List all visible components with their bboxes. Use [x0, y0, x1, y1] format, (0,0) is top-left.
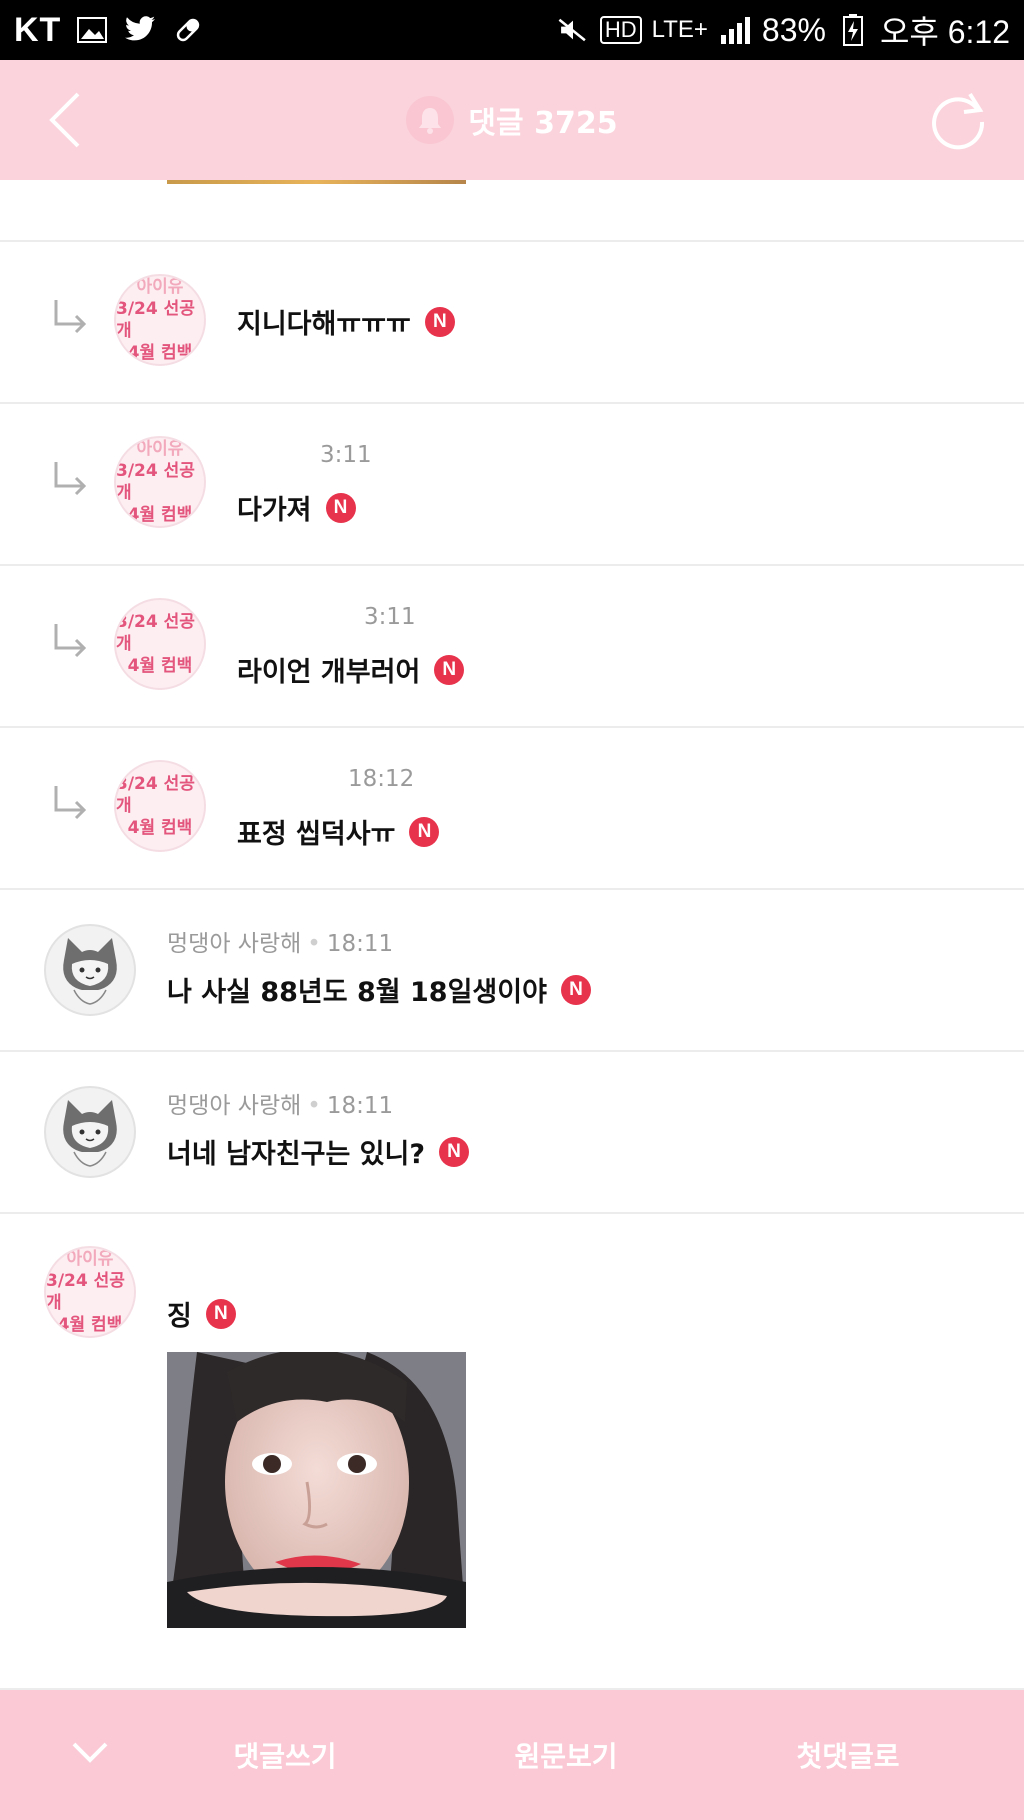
avatar[interactable]: 아이유 3/24 선공개 4월 컴백 — [114, 436, 206, 528]
comment-text: 나 사실 88년도 8월 18일생이야 — [167, 977, 547, 1008]
reply-arrow-icon — [54, 300, 87, 334]
nickname[interactable]: 멍댕아 사랑해 — [167, 1093, 301, 1119]
avatar-line: 아이유 — [136, 439, 184, 459]
new-badge: N — [439, 1136, 470, 1167]
comment-body: 다가져 N — [237, 488, 356, 527]
avatar-line: 4월 컴백 — [127, 656, 193, 676]
comment-item[interactable]: 멍댕아 사랑해 • 18:11 너네 남자친구는 있니? N — [0, 1052, 1024, 1214]
header-title-group: 댓글 3725 — [0, 60, 1024, 180]
avatar-line: 3/24 선공개 — [116, 461, 195, 503]
avatar-line: 4월 컴백 — [127, 505, 193, 525]
avatar-line: 3/24 선공개 — [46, 1271, 125, 1313]
bell-icon[interactable] — [406, 96, 455, 144]
comment-body: 표정 씹덕사ㅠ N — [237, 812, 440, 851]
avatar-line: 4월 컴백 — [127, 343, 193, 363]
comment-time: 3:11 — [364, 604, 416, 630]
avatar-line: 3/24 선공개 — [116, 299, 195, 341]
comment-body: 라이언 개부러어 N — [237, 650, 465, 689]
avatar[interactable]: 3/24 선공개 4월 컴백 — [114, 760, 206, 852]
comment-meta: 멍댕아 사랑해 • 18:11 — [167, 924, 393, 958]
view-original-button[interactable]: 원문보기 — [466, 1690, 666, 1820]
reply-arrow-icon — [54, 786, 87, 820]
avatar[interactable]: 3/24 선공개 4월 컴백 — [114, 598, 206, 690]
scroll-down-button[interactable] — [70, 1732, 110, 1772]
hd-indicator: HD — [599, 16, 642, 44]
reply-item[interactable]: 3/24 선공개 4월 컴백 18:12 표정 씹덕사ㅠ N — [0, 728, 1024, 890]
comment-count-title: 댓글 3725 — [468, 106, 618, 141]
avatar-line: 3/24 선공개 — [116, 612, 195, 654]
nickname[interactable]: 멍댕아 사랑해 — [167, 931, 301, 957]
comment-item[interactable]: 멍댕아 사랑해 • 18:11 나 사실 88년도 8월 18일생이야 N — [0, 890, 1024, 1052]
new-badge: N — [560, 974, 591, 1005]
signal-icon — [718, 13, 752, 47]
separator-dot: • — [307, 931, 321, 957]
reply-item[interactable]: 아이유 3/24 선공개 4월 컴백 지니다해ㅠㅠㅠ N — [0, 242, 1024, 404]
avatar[interactable] — [44, 1086, 136, 1178]
avatar-line: 아이유 — [136, 277, 184, 297]
comment-time: 3:11 — [320, 442, 372, 468]
cat-character-icon — [63, 1100, 117, 1167]
clock: 오후 6:12 — [879, 14, 1010, 50]
first-comment-button[interactable]: 첫댓글로 — [748, 1690, 948, 1820]
bottom-toolbar: 댓글쓰기 원문보기 첫댓글로 — [0, 1690, 1024, 1820]
new-badge: N — [424, 306, 455, 337]
network-label: LTE+ — [651, 16, 708, 43]
comments-header: 댓글 3725 — [0, 60, 1024, 180]
avatar-line: 4월 컴백 — [127, 818, 193, 838]
comment-text: 다가져 — [237, 495, 312, 526]
comment-time: 18:11 — [326, 1093, 394, 1119]
selfie-photo — [167, 1352, 466, 1628]
separator-dot: • — [307, 1093, 321, 1119]
avatar-line: 3/24 선공개 — [116, 774, 195, 816]
comment-text: 지니다해ㅠㅠㅠ — [237, 309, 411, 340]
refresh-button[interactable] — [926, 88, 990, 152]
cat-character-icon — [63, 938, 117, 1005]
reply-arrow-icon — [54, 462, 87, 496]
reply-item[interactable]: 3/24 선공개 4월 컴백 3:11 라이언 개부러어 N — [0, 566, 1024, 728]
avatar-line: 아이유 — [66, 1249, 114, 1269]
avatar-line: 4월 컴백 — [57, 1315, 123, 1335]
battery-charging-icon — [836, 13, 870, 47]
new-badge: N — [205, 1298, 236, 1329]
avatar[interactable] — [44, 924, 136, 1016]
avatar[interactable]: 아이유 3/24 선공개 4월 컴백 — [114, 274, 206, 366]
comment-text: 너네 남자친구는 있니? — [167, 1139, 426, 1170]
battery-percent: 83% — [761, 11, 826, 48]
comment-text: 라이언 개부러어 — [237, 657, 421, 688]
comment-body: 너네 남자친구는 있니? N — [167, 1132, 470, 1171]
reply-item[interactable]: 아이유 3/24 선공개 4월 컴백 3:11 다가져 N — [0, 404, 1024, 566]
list-item-spacer — [0, 180, 1024, 242]
twitter-icon — [123, 13, 157, 47]
mute-icon — [556, 13, 590, 47]
gallery-icon — [75, 13, 109, 47]
new-badge: N — [325, 492, 356, 523]
comment-meta: 멍댕아 사랑해 • 18:11 — [167, 1086, 393, 1120]
comment-body: 징 N — [167, 1294, 236, 1333]
write-comment-button[interactable]: 댓글쓰기 — [185, 1690, 385, 1820]
attached-photo[interactable] — [167, 1352, 466, 1628]
new-badge: N — [434, 654, 465, 685]
pill-icon — [171, 13, 205, 47]
carrier-label: KT — [14, 10, 62, 49]
comment-time: 18:12 — [348, 766, 415, 792]
comment-time: 18:11 — [326, 931, 394, 957]
avatar[interactable]: 아이유 3/24 선공개 4월 컴백 — [44, 1246, 136, 1338]
comment-list[interactable]: 아이유 3/24 선공개 4월 컴백 지니다해ㅠㅠㅠ N 아이유 3/24 선공… — [0, 180, 1024, 1690]
comment-item[interactable]: 아이유 3/24 선공개 4월 컴백 징 N — [0, 1214, 1024, 1690]
refresh-icon — [932, 92, 985, 150]
comment-body: 나 사실 88년도 8월 18일생이야 N — [167, 970, 591, 1009]
comment-body: 지니다해ㅠㅠㅠ N — [237, 302, 455, 341]
chevron-down-icon — [72, 1742, 108, 1763]
reply-arrow-icon — [54, 624, 87, 658]
status-bar: KT HD LTE+ 83% 오후 6:12 — [0, 0, 1024, 60]
comment-text: 징 — [167, 1301, 192, 1332]
comment-text: 표정 씹덕사ㅠ — [237, 819, 396, 850]
new-badge: N — [409, 816, 440, 847]
